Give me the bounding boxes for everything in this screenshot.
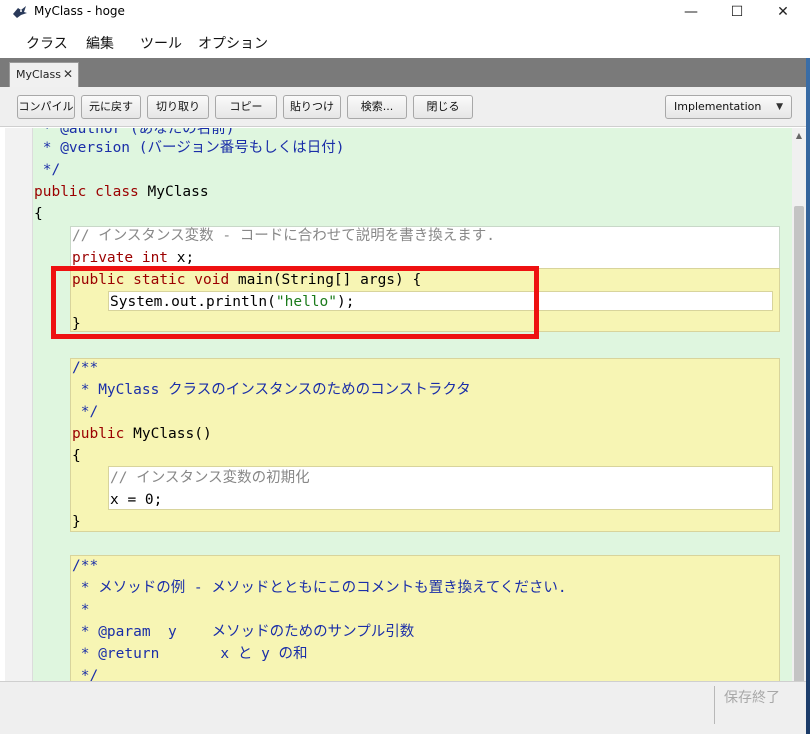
copy-button[interactable]: コピー <box>215 95 277 119</box>
code-line-ctor-doc: * MyClass クラスのインスタンスのためのコンストラクタ <box>72 382 471 398</box>
bluej-bird-icon <box>13 6 27 18</box>
menu-bar: クラス 編集 ツール オプション <box>0 27 810 57</box>
code-line-ctor-brace-open: { <box>72 448 81 464</box>
code-line-method-doc1: * メソッドの例 - メソッドとともにこのコメントも置き換えてください. <box>72 580 567 596</box>
code-line-ctor-doc-close: */ <box>72 404 99 420</box>
field-name: x; <box>176 250 195 266</box>
status-bar: 保存終了 <box>0 681 806 734</box>
code-line-method-doc-close: */ <box>72 668 99 681</box>
keyword-class: class <box>95 184 139 200</box>
paste-button[interactable]: 貼りつけ <box>283 95 341 119</box>
keyword-public: public <box>34 184 87 200</box>
menu-edit[interactable]: 編集 <box>86 33 114 53</box>
ctor-signature: MyClass() <box>133 426 212 442</box>
code-editor[interactable]: * @author (あなたの名前) * @version (バージョン番号もし… <box>5 128 792 681</box>
maximize-button[interactable]: ☐ <box>714 0 760 25</box>
close-editor-button[interactable]: 閉じる <box>413 95 473 119</box>
scroll-up-arrow-icon[interactable]: ▲ <box>792 128 806 144</box>
minimize-button[interactable]: — <box>668 0 714 25</box>
code-line-field-comment: // インスタンス変数 - コードに合わせて説明を書き換えます. <box>72 228 496 244</box>
vertical-scrollbar[interactable]: ▲ <box>792 128 806 686</box>
code-line-class-brace: { <box>34 206 43 222</box>
class-name: MyClass <box>147 184 209 200</box>
window-title: MyClass - hoge <box>34 4 125 18</box>
code-line-ctor-assign: x = 0; <box>110 492 163 508</box>
close-window-button[interactable]: ✕ <box>760 0 806 25</box>
code-line-method-doc-open: /** <box>72 558 99 574</box>
code-line-ctor-sig: public MyClass() <box>72 423 212 445</box>
undo-button[interactable]: 元に戻す <box>81 95 141 119</box>
chevron-down-icon: ▼ <box>776 102 783 112</box>
code-line-doc-end: */ <box>34 162 61 178</box>
desktop-background-edge <box>806 58 810 734</box>
view-select-value: Implementation <box>674 100 762 113</box>
highlight-annotation-box <box>51 266 539 339</box>
save-status-text: 保存終了 <box>724 690 780 706</box>
code-line-method-doc3: * @param y メソッドのためのサンプル引数 <box>72 624 415 640</box>
tab-close-icon[interactable]: ✕ <box>63 63 73 86</box>
tab-myclass[interactable]: MyClass ✕ <box>9 62 79 87</box>
status-separator <box>714 686 715 724</box>
code-line-method-doc2: * <box>72 602 90 618</box>
menu-class[interactable]: クラス <box>26 33 68 53</box>
code-line-version: * @version (バージョン番号もしくは日付) <box>34 140 345 156</box>
keyword-private: private <box>72 250 134 266</box>
cut-button[interactable]: 切り取り <box>147 95 209 119</box>
code-line-ctor-brace-close: } <box>72 514 81 530</box>
editor-toolbar: コンパイル 元に戻す 切り取り コピー 貼りつけ 検索... 閉じる Imple… <box>0 87 806 127</box>
menu-tools[interactable]: ツール <box>140 33 182 53</box>
keyword-public-ctor: public <box>72 426 125 442</box>
find-button[interactable]: 検索... <box>347 95 407 119</box>
title-bar: MyClass - hoge — ☐ ✕ <box>0 0 810 25</box>
line-gutter[interactable] <box>5 128 33 681</box>
code-line-class-decl: public class MyClass <box>34 181 209 203</box>
compile-button[interactable]: コンパイル <box>17 95 75 119</box>
code-line-ctor-doc-open: /** <box>72 360 99 376</box>
tab-strip: MyClass ✕ <box>0 58 806 87</box>
tab-label: MyClass <box>16 68 61 81</box>
code-line-ctor-comment: // インスタンス変数の初期化 <box>110 470 310 486</box>
keyword-int: int <box>141 250 169 266</box>
scrollbar-thumb[interactable] <box>794 206 804 686</box>
view-select[interactable]: Implementation ▼ <box>665 95 792 119</box>
menu-options[interactable]: オプション <box>198 33 268 53</box>
code-line-method-doc4: * @return x と y の和 <box>72 646 308 662</box>
